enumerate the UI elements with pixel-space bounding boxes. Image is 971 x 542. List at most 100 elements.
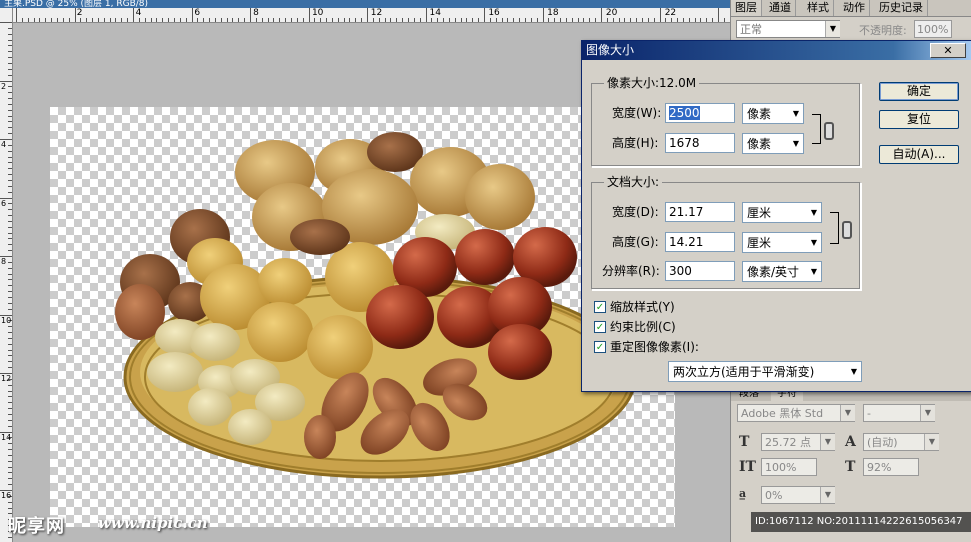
opacity-input[interactable]: 100% — [914, 20, 952, 38]
ruler-tick — [8, 51, 12, 53]
ruler-tick — [173, 18, 175, 22]
ruler-tick — [8, 384, 12, 386]
ruler-tick — [8, 162, 12, 164]
pixel-height-input[interactable]: 1678 — [665, 133, 735, 153]
ruler-tick — [384, 18, 386, 22]
ruler-tick — [8, 185, 12, 187]
constrain-proportions-label[interactable]: 约束比例(C) — [610, 320, 676, 334]
ruler-tick — [519, 18, 521, 22]
ruler-tick — [8, 361, 12, 363]
dialog-title[interactable]: 图像大小 — [582, 41, 971, 60]
tab-channels[interactable]: 通道 — [765, 0, 796, 16]
resample-method-select[interactable]: 两次立方(适用于平滑渐变) ▼ — [668, 361, 862, 382]
pixel-height-unit-select[interactable]: 像素 ▼ — [742, 133, 804, 154]
ruler-label: 18 — [547, 8, 559, 18]
auto-button[interactable]: 自动(A)... — [879, 145, 959, 164]
doc-width-unit-select[interactable]: 厘米 ▼ — [742, 202, 822, 223]
doc-height-unit-select[interactable]: 厘米 ▼ — [742, 232, 822, 253]
ruler-tick — [396, 18, 398, 22]
ruler-tick — [8, 466, 12, 468]
vertical-scale-icon: IT — [739, 459, 756, 475]
tab-styles[interactable]: 样式 — [803, 0, 834, 16]
ruler-tick — [647, 18, 649, 22]
ruler-tick — [641, 18, 643, 22]
resample-label[interactable]: 重定图像像素(I): — [610, 340, 699, 354]
ruler-tick — [8, 413, 12, 415]
chevron-down-icon[interactable]: ▼ — [820, 434, 835, 450]
ruler-tick — [314, 18, 316, 22]
ruler-tick — [8, 460, 12, 462]
ruler-tick — [8, 326, 12, 328]
font-family-select[interactable]: Adobe 黑体 Std — [737, 404, 855, 422]
ruler-tick — [8, 179, 12, 181]
ruler-vertical[interactable]: 24681012141618 — [0, 8, 13, 542]
ruler-tick — [209, 18, 211, 22]
tab-history[interactable]: 历史记录 — [875, 0, 928, 16]
ruler-label: 8 — [253, 8, 259, 18]
ruler-tick — [331, 18, 333, 22]
ruler-label: 4 — [1, 140, 7, 149]
ruler-tick — [179, 18, 181, 22]
vertical-scale-input[interactable]: 100% — [761, 458, 817, 476]
close-icon[interactable]: ✕ — [930, 43, 966, 58]
ruler-tick — [109, 18, 111, 22]
ruler-tick — [279, 18, 281, 22]
ruler-tick — [8, 226, 12, 228]
ruler-tick — [16, 8, 17, 22]
ruler-tick — [214, 18, 216, 22]
watermark-logo: 昵享网 — [8, 516, 65, 537]
tab-actions[interactable]: 动作 — [839, 0, 870, 16]
chevron-down-icon[interactable]: ▼ — [840, 405, 855, 421]
chevron-down-icon[interactable]: ▼ — [820, 487, 835, 503]
ruler-label: 12 — [1, 374, 12, 383]
ruler-tick — [8, 454, 12, 456]
ruler-tick — [589, 18, 591, 22]
chevron-down-icon[interactable]: ▼ — [920, 405, 935, 421]
ruler-tick — [367, 8, 368, 22]
ruler-tick — [524, 18, 526, 22]
pixel-width-unit-select[interactable]: 像素 ▼ — [742, 103, 804, 124]
ruler-tick — [723, 18, 725, 22]
resample-checkbox[interactable]: ✓ — [594, 341, 606, 353]
ruler-tick — [8, 121, 12, 123]
ruler-tick — [8, 109, 12, 111]
ruler-tick — [8, 296, 12, 298]
ruler-tick — [8, 449, 12, 451]
ok-button[interactable]: 确定 — [879, 82, 959, 101]
ruler-tick — [220, 18, 222, 22]
ruler-tick — [51, 18, 53, 22]
ruler-tick — [694, 18, 696, 22]
ruler-tick — [8, 337, 12, 339]
ruler-tick — [618, 18, 620, 22]
tab-layers[interactable]: 图层 — [731, 0, 762, 16]
resolution-input[interactable]: 300 — [665, 261, 735, 281]
ruler-tick — [454, 18, 456, 22]
chevron-down-icon[interactable]: ▼ — [924, 434, 939, 450]
ruler-tick — [536, 18, 538, 22]
horizontal-scale-input[interactable]: 92% — [863, 458, 919, 476]
ruler-tick — [121, 18, 123, 22]
scale-styles-checkbox[interactable]: ✓ — [594, 301, 606, 313]
ruler-tick — [8, 220, 12, 222]
ruler-tick — [431, 18, 433, 22]
ruler-tick — [8, 250, 12, 252]
link-bracket — [830, 212, 839, 244]
scale-styles-label[interactable]: 缩放样式(Y) — [610, 300, 675, 314]
resolution-unit-select[interactable]: 像素/英寸 ▼ — [742, 261, 822, 282]
ruler-tick — [144, 18, 146, 22]
pixel-width-input[interactable]: 2500 — [665, 103, 735, 123]
doc-width-input[interactable]: 21.17 — [665, 202, 735, 222]
chevron-down-icon[interactable]: ▼ — [825, 21, 840, 37]
doc-height-input[interactable]: 14.21 — [665, 232, 735, 252]
ruler-horizontal[interactable]: 2 4 6 8 10 12 14 16 18 20 22 — [12, 8, 730, 23]
ruler-tick — [103, 18, 105, 22]
ruler-label: 6 — [194, 8, 201, 18]
document-size-label: 文档大小: — [604, 173, 663, 190]
baseline-shift-icon: a̲ — [739, 487, 747, 500]
ruler-tick — [8, 168, 12, 170]
ruler-tick — [402, 18, 404, 22]
ruler-tick — [86, 18, 88, 22]
pixel-width-label: 宽度(W): — [612, 106, 662, 120]
reset-button[interactable]: 复位 — [879, 110, 959, 129]
constrain-proportions-checkbox[interactable]: ✓ — [594, 321, 606, 333]
